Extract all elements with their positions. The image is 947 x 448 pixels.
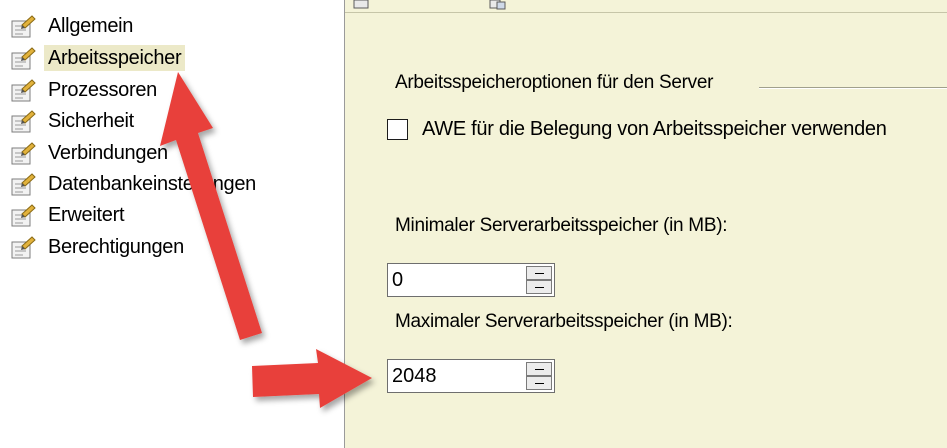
- awe-option[interactable]: AWE für die Belegung von Arbeitsspeicher…: [387, 118, 887, 141]
- nav-item-erweitert[interactable]: Erweitert: [10, 201, 128, 229]
- nav-item-label: Allgemein: [48, 15, 134, 37]
- nav-item-label: Datenbankeinstellungen: [48, 173, 257, 195]
- help-icon[interactable]: [489, 0, 507, 10]
- memory-options-group-title: Arbeitsspeicheroptionen für den Server: [395, 72, 722, 94]
- group-divider: [759, 87, 947, 89]
- nav-item-label: Sicherheit: [48, 110, 134, 132]
- properties-page-icon: [11, 173, 36, 196]
- nav-item-datenbankeinstellungen[interactable]: Datenbankeinstellungen: [10, 170, 260, 198]
- increment-button[interactable]: [526, 362, 552, 376]
- properties-page-icon: [11, 236, 36, 259]
- awe-checkbox-label: AWE für die Belegung von Arbeitsspeicher…: [422, 118, 887, 140]
- nav-item-sicherheit[interactable]: Sicherheit: [10, 107, 138, 135]
- nav-item-label: Berechtigungen: [48, 236, 184, 258]
- properties-page-icon: [11, 47, 36, 70]
- properties-page-icon: [11, 142, 36, 165]
- nav-item-label: Verbindungen: [48, 142, 168, 164]
- max-memory-value[interactable]: 2048: [392, 364, 437, 388]
- min-memory-spinner[interactable]: 0: [387, 263, 555, 297]
- properties-page-icon: [11, 110, 36, 133]
- awe-checkbox[interactable]: [387, 119, 408, 140]
- toolbar: [345, 0, 947, 13]
- properties-page-icon: [11, 79, 36, 102]
- max-memory-spinner[interactable]: 2048: [387, 359, 555, 393]
- memory-settings-panel: Arbeitsspeicheroptionen für den Server A…: [344, 0, 947, 448]
- nav-item-label: Prozessoren: [48, 79, 157, 101]
- max-memory-label: Maximaler Serverarbeitsspeicher (in MB):: [395, 311, 733, 332]
- min-memory-value[interactable]: 0: [392, 268, 403, 292]
- nav-item-allgemein[interactable]: Allgemein: [10, 12, 137, 40]
- min-memory-label: Minimaler Serverarbeitsspeicher (in MB):: [395, 215, 728, 236]
- decrement-button[interactable]: [526, 376, 552, 390]
- nav-item-label: Arbeitsspeicher: [44, 45, 186, 71]
- nav-item-label: Erweitert: [48, 204, 125, 226]
- properties-page-icon: [11, 204, 36, 227]
- script-icon[interactable]: [353, 0, 371, 10]
- properties-page-icon: [11, 15, 36, 38]
- spinner-buttons: [526, 266, 552, 294]
- decrement-button[interactable]: [526, 280, 552, 294]
- nav-item-arbeitsspeicher[interactable]: Arbeitsspeicher: [10, 44, 186, 72]
- settings-page-list: Allgemein Arbeitsspeicher Prozessoren Si…: [0, 0, 344, 448]
- spinner-buttons: [526, 362, 552, 390]
- increment-button[interactable]: [526, 266, 552, 280]
- nav-item-berechtigungen[interactable]: Berechtigungen: [10, 233, 188, 261]
- nav-item-prozessoren[interactable]: Prozessoren: [10, 76, 161, 104]
- nav-item-verbindungen[interactable]: Verbindungen: [10, 139, 172, 167]
